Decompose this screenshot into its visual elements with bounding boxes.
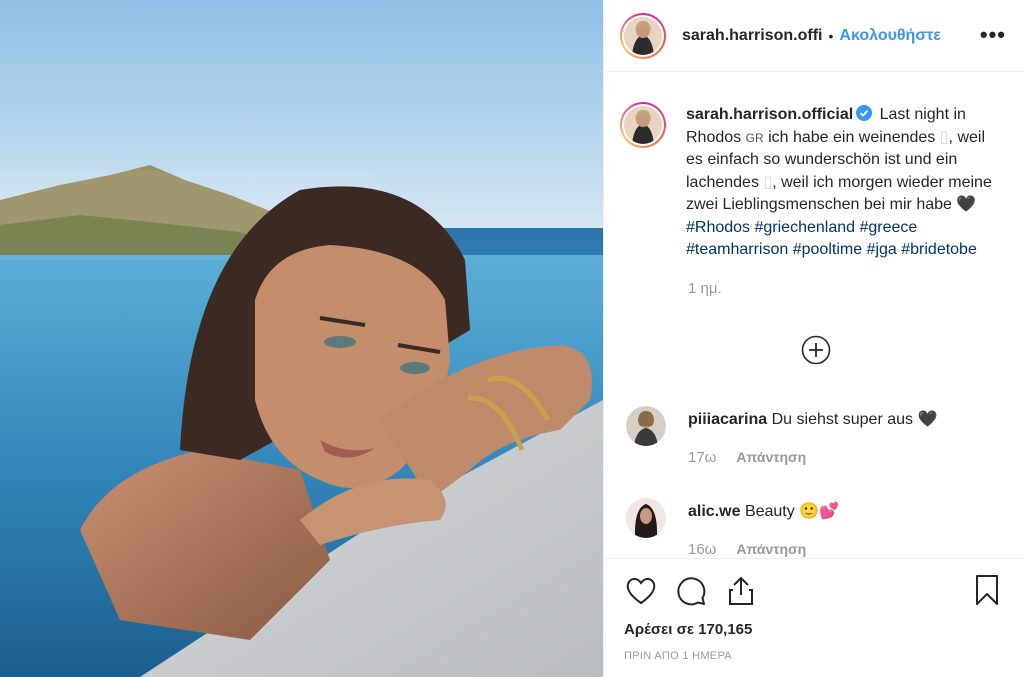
more-icon[interactable]: ••• [980, 22, 1006, 48]
post-side-panel: sarah.harrison.offi • Ακολουθήστε ••• sa… [603, 0, 1024, 677]
comment-time: 17ω [688, 449, 717, 466]
avatar [624, 106, 662, 144]
comment-text: Du siehst super aus 🖤 [771, 411, 938, 428]
posted-time: ΠΡΙΝ ΑΠΟ 1 ΗΜΕΡΑ [624, 650, 732, 662]
likes-count[interactable]: Αρέσει σε 170,165 [624, 621, 1004, 638]
verified-icon [856, 105, 873, 121]
action-bar: Αρέσει σε 170,165 ΠΡΙΝ ΑΠΟ 1 ΗΜΕΡΑ [604, 558, 1024, 662]
header-username[interactable]: sarah.harrison.offi [682, 27, 822, 45]
post-photo[interactable] [0, 0, 603, 677]
plus-circle-icon[interactable] [801, 335, 831, 365]
caption-hashtags[interactable]: #Rhodos #griechenland #greece #teamharri… [686, 219, 977, 259]
avatar[interactable] [626, 406, 666, 446]
caption-text: sarah.harrison.official Last night in Rh… [686, 104, 996, 262]
follow-button[interactable]: Ακολουθήστε [839, 27, 941, 45]
caption-timestamp: 1 ημ. [688, 279, 722, 297]
reply-button[interactable]: Απάντηση [736, 449, 806, 465]
emoji-placeholder: ▯ [935, 128, 949, 146]
comment-username[interactable]: alic.we [688, 503, 740, 520]
photo-illustration [0, 0, 603, 677]
caption: sarah.harrison.official Last night in Rh… [620, 88, 1008, 262]
bookmark-icon[interactable] [970, 573, 1004, 607]
comment-item: piiiacarina Du siehst super aus 🖤 17ω Απά… [626, 406, 937, 466]
comment-time: 16ω [688, 541, 717, 558]
comment-username[interactable]: piiiacarina [688, 411, 767, 428]
comment-icon[interactable] [674, 574, 708, 608]
caption-username[interactable]: sarah.harrison.official [686, 106, 853, 123]
emoji-placeholder: ▯ [758, 173, 773, 191]
header-separator: • [828, 27, 834, 44]
heart-icon[interactable] [624, 574, 658, 608]
heart-emoji: 🖤 [956, 196, 977, 213]
post-header: sarah.harrison.offi • Ακολουθήστε ••• [604, 0, 1024, 72]
avatar[interactable] [626, 498, 666, 538]
caption-line-2: ich habe ein weinendes [768, 128, 936, 146]
reply-button[interactable]: Απάντηση [736, 541, 806, 557]
share-icon[interactable] [724, 574, 758, 608]
comments-section[interactable]: sarah.harrison.official Last night in Rh… [604, 88, 1024, 558]
comment-item: alic.we Beauty 🙂💕 16ω Απάντηση [626, 498, 839, 558]
comment-text: Beauty 🙂💕 [744, 503, 840, 520]
flag-gr: GR [745, 130, 764, 145]
caption-avatar[interactable] [620, 102, 666, 148]
avatar [624, 16, 662, 55]
header-avatar[interactable] [620, 12, 666, 59]
